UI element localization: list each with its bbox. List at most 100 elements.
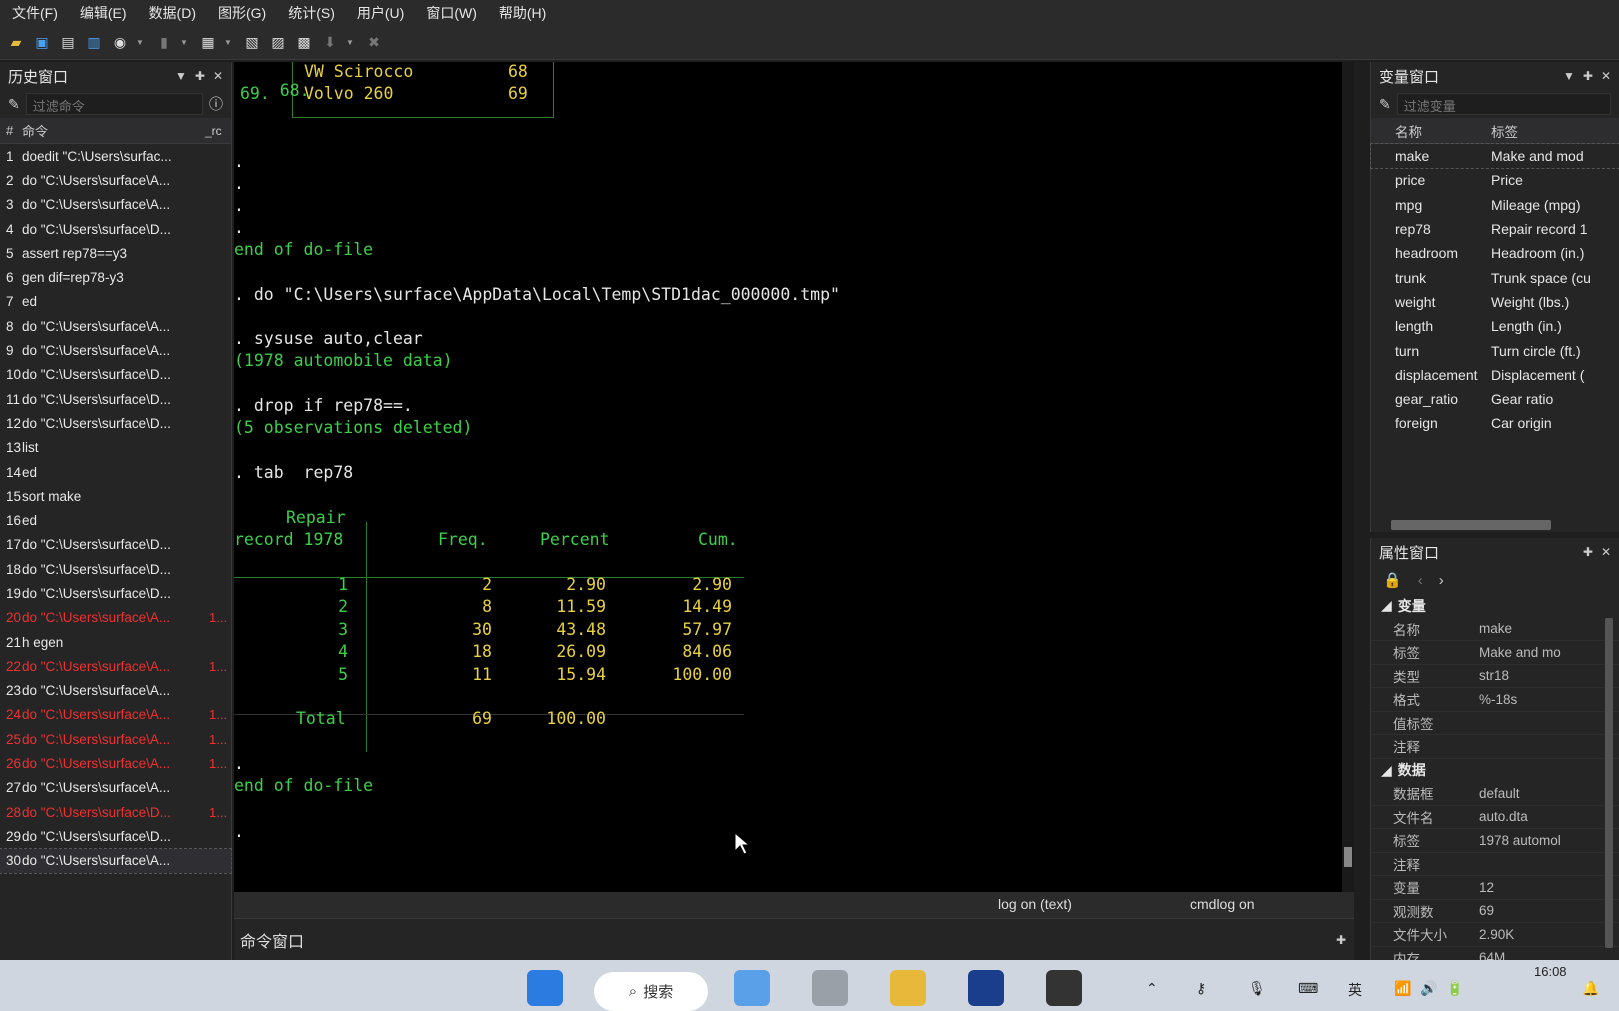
property-row[interactable]: 内存 64M	[1371, 947, 1619, 960]
pin-icon[interactable]: ✚	[1583, 69, 1593, 83]
variable-row[interactable]: length Length (in.)	[1371, 314, 1619, 338]
data-editor-icon[interactable]: ▧	[242, 33, 262, 53]
log-status[interactable]: log on (text)	[998, 896, 1072, 912]
menu-window[interactable]: 窗口(W)	[426, 3, 477, 23]
history-row[interactable]: 4 do "C:\Users\surface\D...	[0, 217, 231, 241]
history-row[interactable]: 10 do "C:\Users\surface\D...	[0, 363, 231, 387]
menu-statistics[interactable]: 统计(S)	[288, 3, 335, 23]
menu-data[interactable]: 数据(D)	[149, 3, 196, 23]
close-icon[interactable]: ✕	[1601, 69, 1611, 83]
variable-row[interactable]: trunk Trunk space (cu	[1371, 265, 1619, 289]
history-row[interactable]: 19 do "C:\Users\surface\D...	[0, 581, 231, 605]
chevron-right-icon[interactable]: ›	[1439, 572, 1444, 589]
history-row[interactable]: 17 do "C:\Users\surface\D...	[0, 533, 231, 557]
save-icon[interactable]: ▣	[32, 33, 52, 53]
variable-row[interactable]: foreign Car origin	[1371, 411, 1619, 435]
property-row[interactable]: 数据框 default	[1371, 782, 1619, 806]
scrollbar-thumb[interactable]	[1344, 847, 1352, 867]
col-rc[interactable]: _rc	[205, 124, 231, 138]
variable-row[interactable]: make Make and mod	[1370, 142, 1619, 170]
section-variable[interactable]: ◢ 变量	[1371, 594, 1619, 618]
info-icon[interactable]: ⓘ	[209, 94, 223, 114]
pin-icon[interactable]: ✚	[195, 69, 205, 83]
pin-icon[interactable]: ✚	[1583, 545, 1593, 559]
battery-icon[interactable]: 🔋	[1446, 980, 1463, 997]
history-row[interactable]: 6 gen dif=rep78-y3	[0, 265, 231, 289]
history-row[interactable]: 28 do "C:\Users\surface\D... 1...	[0, 800, 231, 824]
history-row[interactable]: 8 do "C:\Users\surface\A...	[0, 314, 231, 338]
chevron-down-icon[interactable]: ▼	[346, 33, 354, 53]
wrench-icon[interactable]: ✎	[8, 96, 20, 113]
property-row[interactable]: 文件名 auto.dta	[1371, 806, 1619, 829]
menu-help[interactable]: 帮助(H)	[499, 3, 546, 23]
wifi-icon[interactable]: 📶	[1394, 980, 1411, 997]
history-row[interactable]: 11 do "C:\Users\surface\D...	[0, 387, 231, 411]
clock-time[interactable]: 16:08	[1534, 964, 1567, 979]
chevron-down-icon[interactable]: ▼	[224, 33, 232, 53]
menu-icon[interactable]: ▼	[1563, 69, 1575, 83]
history-row[interactable]: 2 do "C:\Users\surface\A...	[0, 168, 231, 192]
key-icon[interactable]: ⚷	[1196, 980, 1206, 997]
history-row[interactable]: 18 do "C:\Users\surface\D...	[0, 557, 231, 581]
history-row[interactable]: 13 list	[0, 436, 231, 460]
property-row[interactable]: 值标签	[1371, 712, 1619, 735]
history-row[interactable]: 16 ed	[0, 508, 231, 532]
variables-manager-icon[interactable]: ▩	[294, 33, 314, 53]
property-row[interactable]: 变量 12	[1371, 876, 1619, 900]
variable-row[interactable]: headroom Headroom (in.)	[1371, 241, 1619, 265]
menu-icon[interactable]: ▼	[175, 69, 187, 83]
results-scrollbar[interactable]	[1342, 62, 1354, 892]
menu-edit[interactable]: 编辑(E)	[80, 3, 127, 23]
history-row[interactable]: 1 doedit "C:\Users\surfac...	[0, 144, 231, 168]
data-browser-icon[interactable]: ▨	[268, 33, 288, 53]
history-filter-input[interactable]: 过滤命令	[25, 93, 203, 115]
property-row[interactable]: 格式 %-18s	[1371, 688, 1619, 712]
chevron-down-icon[interactable]: ▼	[136, 33, 144, 53]
history-row[interactable]: 5 assert rep78==y3	[0, 241, 231, 265]
close-icon[interactable]: ✕	[213, 69, 223, 83]
property-row[interactable]: 注释	[1371, 735, 1619, 759]
history-row[interactable]: 22 do "C:\Users\surface\A... 1...	[0, 654, 231, 678]
chevron-down-icon[interactable]: ▼	[180, 33, 188, 53]
menu-file[interactable]: 文件(F)	[12, 3, 58, 23]
history-row[interactable]: 7 ed	[0, 290, 231, 314]
history-row[interactable]: 26 do "C:\Users\surface\A... 1...	[0, 751, 231, 775]
property-row[interactable]: 标签 1978 automol	[1371, 829, 1619, 853]
variable-row[interactable]: price Price	[1371, 168, 1619, 192]
history-row[interactable]: 25 do "C:\Users\surface\A... 1...	[0, 727, 231, 751]
variable-row[interactable]: gear_ratio Gear ratio	[1371, 387, 1619, 411]
windows-start-icon[interactable]	[527, 970, 563, 1006]
history-row[interactable]: 20 do "C:\Users\surface\A... 1...	[0, 606, 231, 630]
variable-row[interactable]: turn Turn circle (ft.)	[1371, 338, 1619, 362]
variables-filter-input[interactable]: 过滤变量	[1396, 93, 1611, 115]
volume-icon[interactable]: 🔊	[1420, 980, 1437, 997]
file-explorer-icon[interactable]	[890, 970, 926, 1006]
microphone-icon[interactable]: 🎙	[1248, 980, 1266, 997]
wrench-icon[interactable]: ✎	[1379, 96, 1391, 113]
menu-graphics[interactable]: 图形(G)	[218, 3, 266, 23]
do-file-editor-icon[interactable]: ▦	[198, 33, 218, 53]
property-row[interactable]: 类型 str18	[1371, 665, 1619, 688]
graph-icon[interactable]: ▮	[154, 33, 174, 53]
pin-icon[interactable]: ✚	[1336, 933, 1346, 947]
property-row[interactable]: 名称 make	[1371, 618, 1619, 641]
log-icon[interactable]: ▥	[84, 33, 104, 53]
keyboard-icon[interactable]: ⌨	[1298, 980, 1318, 997]
property-row[interactable]: 注释	[1371, 853, 1619, 876]
section-data[interactable]: ◢ 数据	[1371, 759, 1619, 783]
col-num[interactable]: #	[0, 123, 22, 138]
variable-row[interactable]: mpg Mileage (mpg)	[1371, 193, 1619, 217]
break-icon[interactable]: ✖	[364, 33, 384, 53]
history-row[interactable]: 15 sort make	[0, 484, 231, 508]
taskbar-search[interactable]: ⌕ 搜索	[594, 972, 708, 1011]
open-folder-icon[interactable]: ▰	[6, 33, 26, 53]
variable-row[interactable]: displacement Displacement (	[1371, 363, 1619, 387]
property-row[interactable]: 文件大小 2.90K	[1371, 923, 1619, 947]
more-icon[interactable]: ⬇	[320, 33, 340, 53]
task-view-icon[interactable]	[812, 970, 848, 1006]
stata-app-icon[interactable]	[968, 970, 1004, 1006]
cmdlog-status[interactable]: cmdlog on	[1190, 896, 1255, 912]
close-icon[interactable]: ✕	[1601, 545, 1611, 559]
history-row[interactable]: 29 do "C:\Users\surface\D...	[0, 824, 231, 848]
chevron-left-icon[interactable]: ‹	[1418, 572, 1423, 589]
